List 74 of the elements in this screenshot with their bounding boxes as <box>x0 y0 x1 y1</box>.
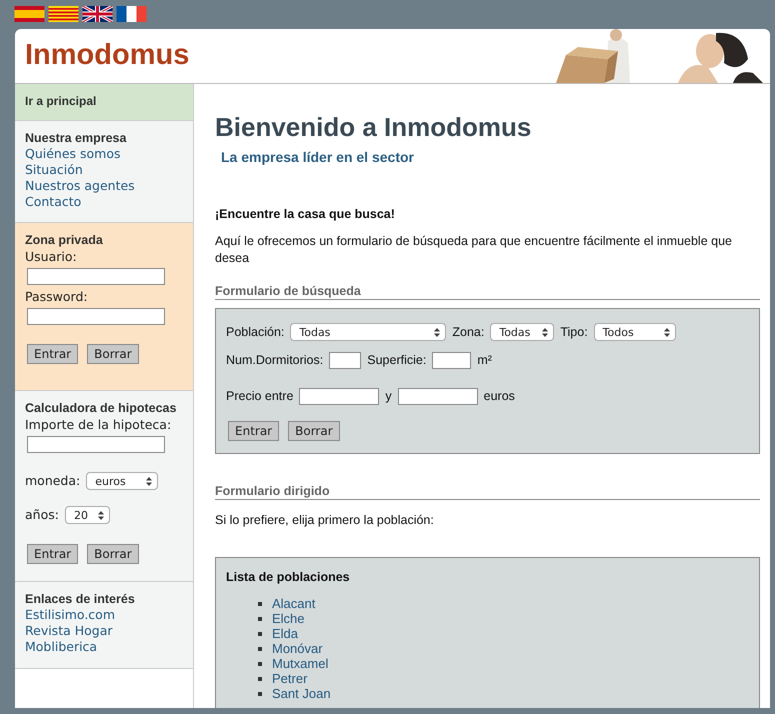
type-select[interactable]: Todos <box>594 323 676 341</box>
lead-text: ¡Encuentre la casa que busca! <box>215 207 396 221</box>
field-label: moneda: <box>25 472 80 490</box>
updown-icon <box>434 328 440 336</box>
updown-icon <box>98 510 104 520</box>
town-link[interactable]: Elche <box>272 611 305 626</box>
min-price-field[interactable] <box>299 388 380 404</box>
town-link[interactable]: Alacant <box>272 596 316 611</box>
town-link[interactable]: Sant Joan <box>272 686 331 701</box>
field-label: Precio entre <box>226 388 294 405</box>
amount-field[interactable] <box>27 436 165 453</box>
unit-label: euros <box>484 388 515 405</box>
town-link[interactable]: Elda <box>272 626 298 641</box>
form-button[interactable]: Borrar <box>288 421 340 441</box>
section-title: Enlaces de interés <box>25 592 135 606</box>
town-link[interactable]: Monóvar <box>272 641 323 656</box>
list-title: Lista de poblaciones <box>226 570 351 584</box>
field-label: y <box>385 388 392 405</box>
bullet-icon <box>258 692 262 696</box>
section-heading: Formulario de búsqueda <box>215 284 760 300</box>
help-text: Si lo prefiere, elija primero la población: <box>215 512 435 529</box>
form-button[interactable]: Borrar <box>87 544 139 564</box>
currency-select[interactable]: euros <box>86 472 158 490</box>
page-title: Bienvenido a Inmodomus <box>215 112 532 143</box>
unit-label: m² <box>477 352 492 369</box>
field-label: años: <box>25 506 59 524</box>
section-heading: Formulario dirigido <box>215 484 760 500</box>
section-title: Zona privada <box>25 233 103 247</box>
bedrooms-field[interactable] <box>329 352 362 368</box>
years-select[interactable]: 20 <box>64 506 110 524</box>
section-title: Calculadora de hipotecas <box>25 401 176 415</box>
sidebar-link[interactable]: Nuestros agentes <box>25 178 135 194</box>
updown-icon <box>664 328 670 336</box>
bullet-icon <box>258 616 262 620</box>
surface-field[interactable] <box>432 352 472 368</box>
updown-icon <box>146 476 152 486</box>
bullet-icon <box>258 676 262 680</box>
flag-icon[interactable] <box>82 6 113 22</box>
town-link[interactable]: Petrer <box>272 671 308 686</box>
town-link[interactable]: Mutxamel <box>272 656 328 671</box>
field-label: Zona: <box>452 324 484 341</box>
sidebar-link[interactable]: Quiénes somos <box>25 146 121 162</box>
field-label: Importe de la hipoteca: <box>25 416 172 434</box>
zone-select[interactable]: Todas <box>490 323 554 341</box>
sidebar-link[interactable]: Mobliberica <box>25 639 98 655</box>
section-title: Nuestra empresa <box>25 131 126 145</box>
updown-icon <box>542 328 548 336</box>
page-subtitle: La empresa líder en el sector <box>221 149 415 165</box>
form-button[interactable]: Entrar <box>27 344 78 364</box>
password-field[interactable] <box>27 308 165 325</box>
field-label: Población: <box>226 324 284 341</box>
field-label: Superficie: <box>367 352 426 369</box>
sidebar-link[interactable]: Estilisimo.com <box>25 607 115 623</box>
field-label: Password: <box>25 288 88 306</box>
sidebar-link[interactable]: Contacto <box>25 194 82 210</box>
intro-text: Aquí le ofrecemos un formulario de búsqueda para que encuentre fácilmente el inmueble que desea <box>215 233 733 267</box>
flag-icon[interactable] <box>116 6 147 22</box>
field-label: Usuario: <box>25 248 77 266</box>
form-button[interactable]: Entrar <box>228 421 280 441</box>
bullet-icon <box>258 646 262 650</box>
sidebar-link[interactable]: Situación <box>25 162 83 178</box>
form-button[interactable]: Entrar <box>27 544 78 564</box>
sidebar-link[interactable]: Revista Hogar <box>25 623 113 639</box>
home-link[interactable]: Ir a principal <box>15 84 193 121</box>
bullet-icon <box>258 662 262 666</box>
field-label: Tipo: <box>560 324 588 341</box>
population-select[interactable]: Todas <box>290 323 446 341</box>
username-field[interactable] <box>27 268 165 285</box>
bullet-icon <box>258 632 262 636</box>
site-logo[interactable]: Inmodomus <box>15 29 190 83</box>
field-label: Num.Dormitorios: <box>226 352 324 369</box>
form-button[interactable]: Borrar <box>87 344 139 364</box>
bullet-icon <box>258 602 262 606</box>
max-price-field[interactable] <box>398 388 478 404</box>
